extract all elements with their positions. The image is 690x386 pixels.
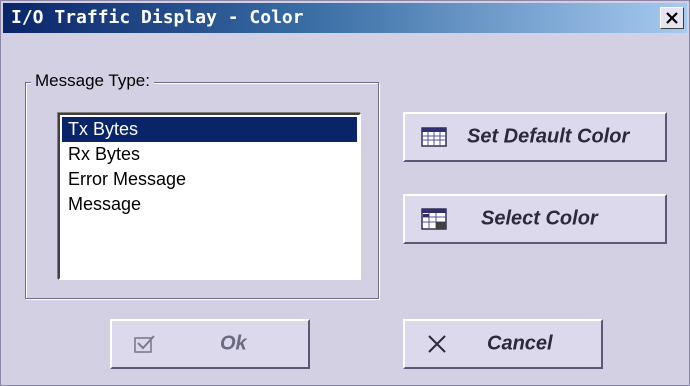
list-item-tx-bytes[interactable]: Tx Bytes [62, 117, 357, 142]
set-default-color-label: Set Default Color [467, 125, 630, 148]
dialog-window: I/O Traffic Display - Color Message Type… [0, 0, 690, 386]
cancel-label: Cancel [487, 332, 553, 355]
select-color-button[interactable]: Select Color [403, 194, 667, 244]
list-item-message[interactable]: Message [62, 192, 357, 217]
message-type-label: Message Type: [31, 71, 154, 91]
list-item-error-message[interactable]: Error Message [62, 167, 357, 192]
cancel-button[interactable]: Cancel [403, 319, 603, 369]
close-icon [666, 12, 678, 24]
title-bar[interactable]: I/O Traffic Display - Color [3, 3, 687, 33]
window-title: I/O Traffic Display - Color [11, 7, 304, 28]
select-color-label: Select Color [481, 207, 598, 230]
checkmark-icon [134, 335, 155, 353]
ok-button[interactable]: Ok [110, 319, 310, 369]
set-default-color-button[interactable]: Set Default Color [403, 112, 667, 162]
message-type-listbox[interactable]: Tx Bytes Rx Bytes Error Message Message [58, 113, 361, 280]
list-item-rx-bytes[interactable]: Rx Bytes [62, 142, 357, 167]
close-button[interactable] [660, 7, 684, 29]
color-grid-select-icon [421, 208, 447, 230]
x-icon [428, 335, 446, 353]
color-grid-icon [421, 127, 447, 147]
ok-label: Ok [220, 332, 247, 355]
